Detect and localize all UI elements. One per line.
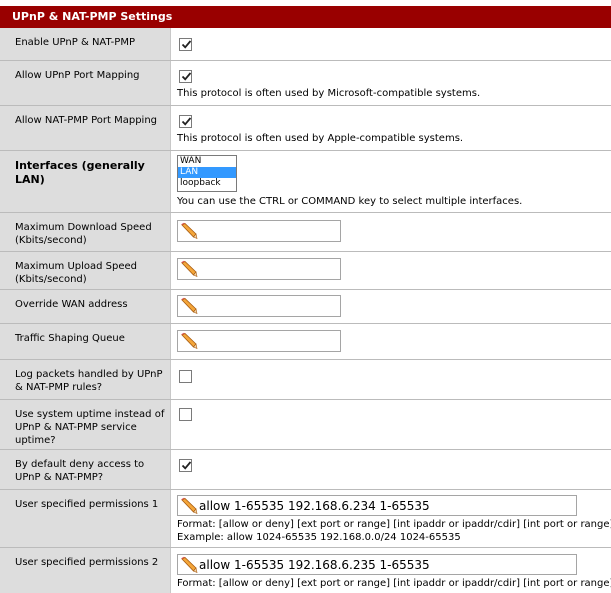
value-cell (171, 213, 611, 251)
user-permissions-1-example: Example: allow 1024-65535 192.168.0.0/24… (177, 532, 461, 543)
override-wan-label: Override WAN address (15, 299, 128, 310)
value-cell: WAN LAN loopback You can use the CTRL or… (171, 151, 611, 212)
value-cell (171, 252, 611, 289)
label-cell: Log packets handled by UPnP & NAT-PMP ru… (0, 360, 171, 399)
log-packets-label: Log packets handled by UPnP & NAT-PMP ru… (15, 369, 163, 393)
section-title: UPnP & NAT-PMP Settings (0, 6, 611, 28)
row-upnp-port-mapping: Allow UPnP Port Mapping This protocol is… (0, 61, 611, 106)
label-cell: Maximum Upload Speed (Kbits/second) (0, 252, 171, 289)
row-natpmp-port-mapping: Allow NAT-PMP Port Mapping This protocol… (0, 106, 611, 151)
pencil-icon (180, 556, 198, 574)
interfaces-desc: You can use the CTRL or COMMAND key to s… (177, 196, 523, 207)
label-cell: By default deny access to UPnP & NAT-PMP… (0, 450, 171, 489)
max-download-input[interactable] (177, 220, 341, 242)
system-uptime-label: Use system uptime instead of UPnP & NAT-… (15, 409, 165, 446)
interface-option-lan[interactable]: LAN (178, 167, 236, 178)
row-shaping-queue: Traffic Shaping Queue (0, 324, 611, 360)
user-permissions-2-format: Format: [allow or deny] [ext port or ran… (177, 578, 611, 589)
value-cell (171, 360, 611, 399)
max-upload-input[interactable] (177, 258, 341, 280)
upnp-port-mapping-desc: This protocol is often used by Microsoft… (177, 88, 481, 99)
shaping-queue-label: Traffic Shaping Queue (15, 333, 125, 344)
row-user-permissions-2: User specified permissions 2 allow 1-655… (0, 548, 611, 593)
checkmark-icon (181, 117, 192, 126)
natpmp-port-mapping-label: Allow NAT-PMP Port Mapping (15, 115, 158, 126)
natpmp-port-mapping-desc: This protocol is often used by Apple-com… (177, 133, 464, 144)
user-permissions-2-value: allow 1-65535 192.168.6.235 1-65535 (199, 558, 430, 572)
row-override-wan: Override WAN address (0, 290, 611, 324)
enable-upnp-label: Enable UPnP & NAT-PMP (15, 37, 135, 48)
pencil-icon (180, 497, 198, 515)
label-cell: Override WAN address (0, 290, 171, 323)
label-cell: User specified permissions 2 (0, 548, 171, 593)
row-interfaces: Interfaces (generally LAN) WAN LAN loopb… (0, 151, 611, 213)
pencil-icon (180, 222, 198, 240)
user-permissions-1-input[interactable]: allow 1-65535 192.168.6.234 1-65535 (177, 495, 577, 516)
user-permissions-1-value: allow 1-65535 192.168.6.234 1-65535 (199, 499, 430, 513)
row-user-permissions-1: User specified permissions 1 allow 1-655… (0, 490, 611, 548)
user-permissions-1-label: User specified permissions 1 (15, 499, 159, 510)
row-log-packets: Log packets handled by UPnP & NAT-PMP ru… (0, 360, 611, 400)
upnp-settings-panel: UPnP & NAT-PMP Settings Enable UPnP & NA… (0, 0, 611, 593)
pencil-icon (180, 260, 198, 278)
pencil-icon (180, 332, 198, 350)
label-cell: Use system uptime instead of UPnP & NAT-… (0, 400, 171, 449)
interfaces-label: Interfaces (generally LAN) (15, 159, 145, 186)
pencil-icon (180, 297, 198, 315)
value-cell: allow 1-65535 192.168.6.235 1-65535 Form… (171, 548, 611, 593)
label-cell: Allow UPnP Port Mapping (0, 61, 171, 105)
label-cell: Interfaces (generally LAN) (0, 151, 171, 212)
upnp-port-mapping-checkbox[interactable] (179, 70, 192, 83)
checkmark-icon (181, 461, 192, 470)
system-uptime-checkbox[interactable] (179, 408, 192, 421)
value-cell: This protocol is often used by Microsoft… (171, 61, 611, 105)
default-deny-checkbox[interactable] (179, 459, 192, 472)
user-permissions-1-format: Format: [allow or deny] [ext port or ran… (177, 519, 611, 530)
label-cell: Enable UPnP & NAT-PMP (0, 28, 171, 60)
value-cell (171, 324, 611, 359)
value-cell (171, 28, 611, 60)
row-enable-upnp: Enable UPnP & NAT-PMP (0, 28, 611, 61)
value-cell (171, 290, 611, 323)
label-cell: Allow NAT-PMP Port Mapping (0, 106, 171, 150)
label-cell: Maximum Download Speed (Kbits/second) (0, 213, 171, 251)
upnp-port-mapping-label: Allow UPnP Port Mapping (15, 70, 140, 81)
default-deny-label: By default deny access to UPnP & NAT-PMP… (15, 459, 145, 483)
interfaces-listbox[interactable]: WAN LAN loopback (177, 155, 237, 192)
enable-upnp-checkbox[interactable] (179, 38, 192, 51)
value-cell (171, 400, 611, 449)
row-default-deny: By default deny access to UPnP & NAT-PMP… (0, 450, 611, 490)
max-upload-label: Maximum Upload Speed (Kbits/second) (15, 261, 138, 285)
interface-option-wan[interactable]: WAN (178, 156, 236, 167)
max-download-label: Maximum Download Speed (Kbits/second) (15, 222, 152, 246)
label-cell: Traffic Shaping Queue (0, 324, 171, 359)
log-packets-checkbox[interactable] (179, 370, 192, 383)
natpmp-port-mapping-checkbox[interactable] (179, 115, 192, 128)
label-cell: User specified permissions 1 (0, 490, 171, 547)
value-cell: This protocol is often used by Apple-com… (171, 106, 611, 150)
checkmark-icon (181, 40, 192, 49)
checkmark-icon (181, 72, 192, 81)
user-permissions-2-label: User specified permissions 2 (15, 557, 159, 568)
value-cell (171, 450, 611, 489)
row-max-upload: Maximum Upload Speed (Kbits/second) (0, 252, 611, 290)
row-max-download: Maximum Download Speed (Kbits/second) (0, 213, 611, 252)
interface-option-loopback[interactable]: loopback (178, 178, 236, 189)
shaping-queue-input[interactable] (177, 330, 341, 352)
value-cell: allow 1-65535 192.168.6.234 1-65535 Form… (171, 490, 611, 547)
row-system-uptime: Use system uptime instead of UPnP & NAT-… (0, 400, 611, 450)
user-permissions-2-input[interactable]: allow 1-65535 192.168.6.235 1-65535 (177, 554, 577, 575)
override-wan-input[interactable] (177, 295, 341, 317)
